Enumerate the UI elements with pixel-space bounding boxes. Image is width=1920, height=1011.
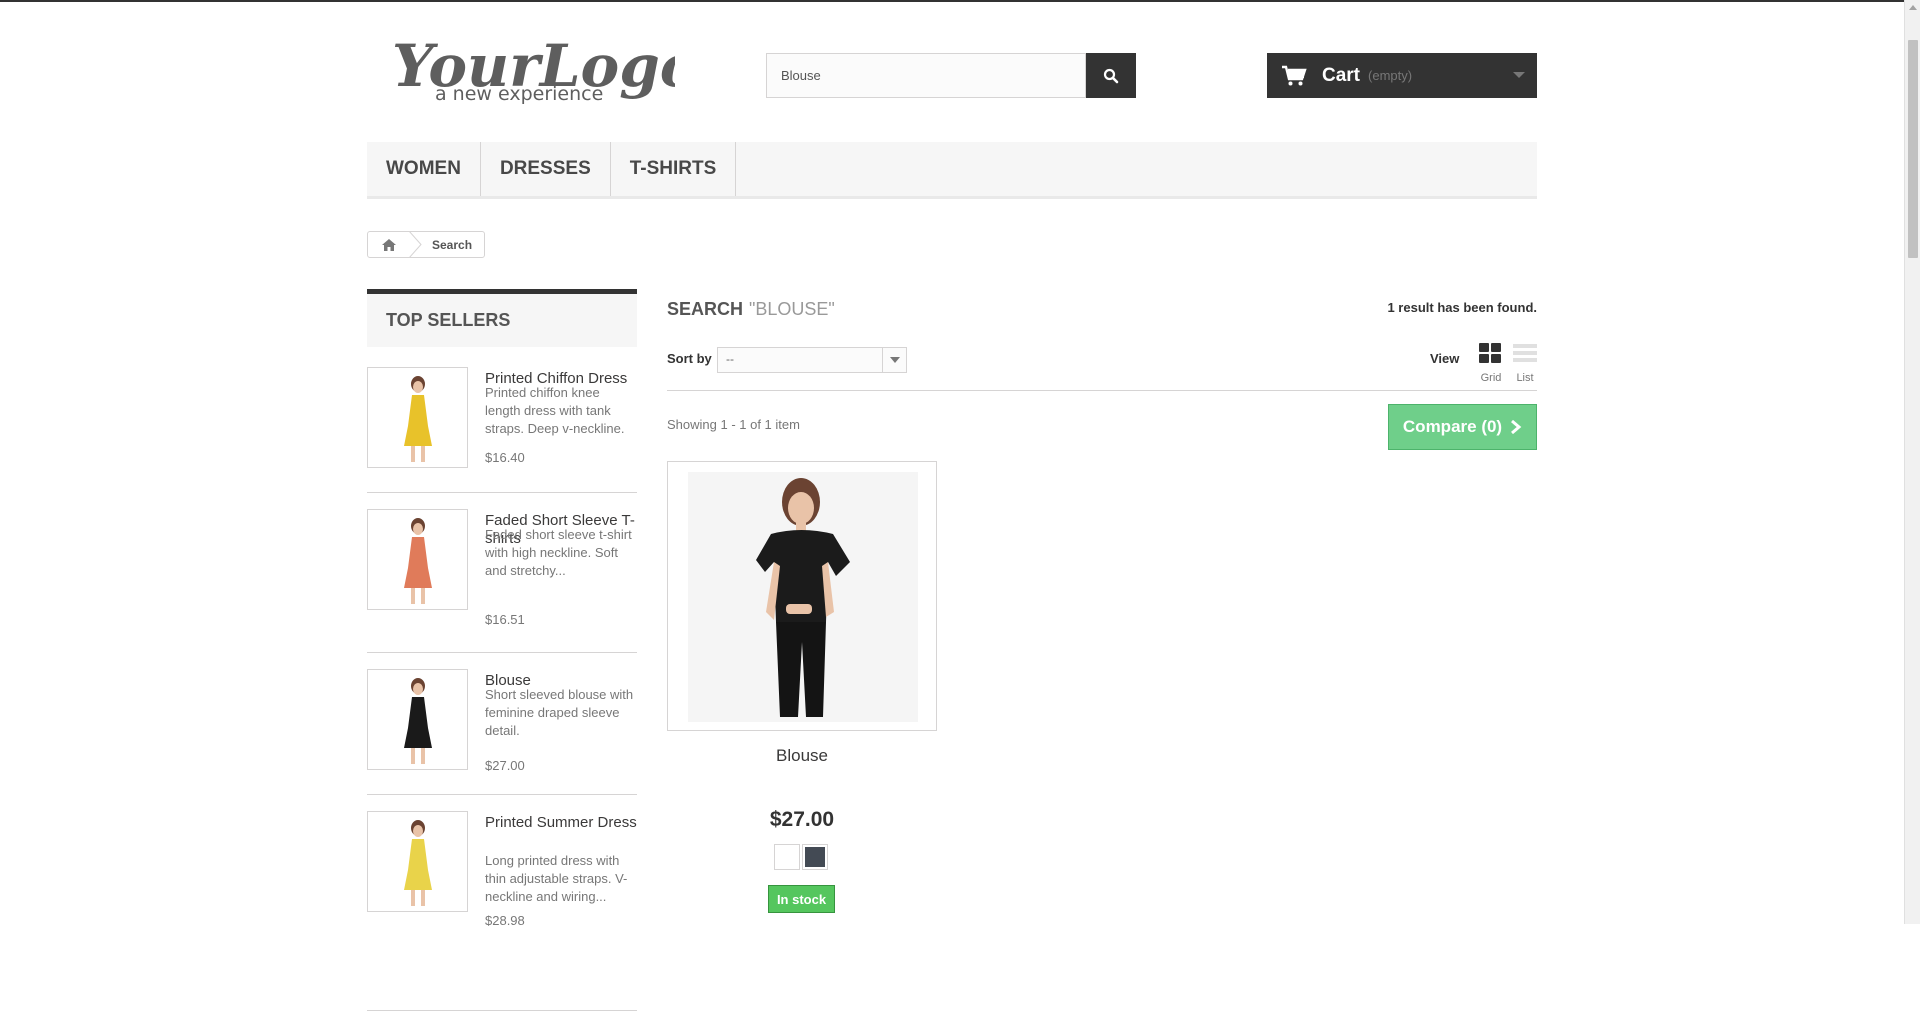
product-price: $27.00 [769,808,835,831]
chevron-down-icon [882,348,906,372]
top-sellers-title[interactable]: Top sellers [367,289,637,347]
view-list-button[interactable]: List [1513,343,1537,384]
swatch-fill [805,847,825,867]
top-seller-item: Faded Short Sleeve T-shirts Faded short s… [367,509,637,653]
top-seller-name[interactable]: Printed Summer Dress [485,814,637,832]
top-border [0,0,1920,2]
color-swatch-dark[interactable] [802,844,828,870]
main-menu: Women Dresses T-shirts [367,142,1537,199]
view-list-label: List [1516,372,1534,384]
view-label: View [1430,351,1460,366]
cart-button[interactable]: Cart (empty) [1267,53,1537,98]
logo-tagline: a new experience [435,83,603,105]
cart-label: Cart [1322,64,1361,86]
menu-item-women[interactable]: Women [367,142,481,196]
sort-select[interactable]: -- [717,347,907,373]
top-seller-thumbnail[interactable] [367,811,468,912]
grid-icon [1479,343,1501,363]
top-seller-item: Printed Summer Dress Long printed dress w… [367,811,637,1011]
search-query: "Blouse" [749,299,835,319]
page-title-label: Search [667,299,744,319]
product-image[interactable] [667,461,937,731]
search-icon [1103,68,1119,83]
home-icon [382,238,396,251]
top-sellers-block: Top sellers [367,289,637,347]
scroll-thumb[interactable] [1908,40,1918,258]
top-seller-description: Short sleeved blouse with feminine drape… [485,687,634,738]
top-seller-description: Long printed dress with thin adjustable … [485,853,628,904]
scrollbar[interactable] [1904,0,1920,924]
top-seller-description: Printed chiffon knee length dress with t… [485,385,625,436]
cart-status: (empty) [1368,68,1413,83]
search-button[interactable] [1086,53,1136,98]
product-name[interactable]: Blouse [667,746,937,766]
color-swatch-white[interactable] [774,844,800,870]
chevron-right-icon [1511,420,1522,434]
site-logo[interactable]: YourLogo a new experience [390,26,698,108]
top-seller-price: $27.00 [485,758,525,773]
sort-select-value: -- [726,352,734,366]
menu-item-tshirts[interactable]: T-shirts [611,142,737,196]
top-seller-price: $16.40 [485,450,525,465]
top-seller-item: Printed Chiffon Dress Printed chiffon kne… [367,367,637,493]
compare-label: Compare (0) [1402,417,1503,436]
breadcrumb: Search [367,231,486,258]
cart-icon [1282,65,1307,85]
product-photo [668,462,936,730]
compare-button[interactable]: Compare (0) [1388,404,1537,450]
top-seller-price: $16.51 [485,612,525,627]
view-grid-button[interactable]: Grid [1478,343,1504,384]
showing-count: Showing 1 - 1 of 1 item [667,417,800,432]
top-seller-thumbnail[interactable] [367,509,468,610]
chevron-down-icon [1513,72,1525,78]
top-seller-price: $28.98 [485,913,525,928]
breadcrumb-home[interactable] [368,232,410,257]
top-seller-description: Faded short sleeve t-shirt with high nec… [485,527,632,578]
availability-badge: In stock [768,885,835,913]
divider [667,390,1537,391]
list-icon [1513,344,1537,362]
search-input[interactable] [767,54,1085,97]
sort-by-label: Sort by [667,351,712,366]
page-title: Search "Blouse" [667,299,835,320]
search-box[interactable] [766,53,1086,98]
view-grid-label: Grid [1480,372,1502,384]
top-seller-thumbnail[interactable] [367,367,468,468]
top-seller-item: Blouse Short sleeved blouse with feminine… [367,669,637,795]
scroll-up-icon[interactable] [1909,5,1917,10]
result-count: 1 result has been found. [1387,300,1537,315]
top-seller-thumbnail[interactable] [367,669,468,770]
menu-item-dresses[interactable]: Dresses [481,142,611,196]
breadcrumb-separator [408,231,422,258]
swatch-fill [777,847,797,867]
